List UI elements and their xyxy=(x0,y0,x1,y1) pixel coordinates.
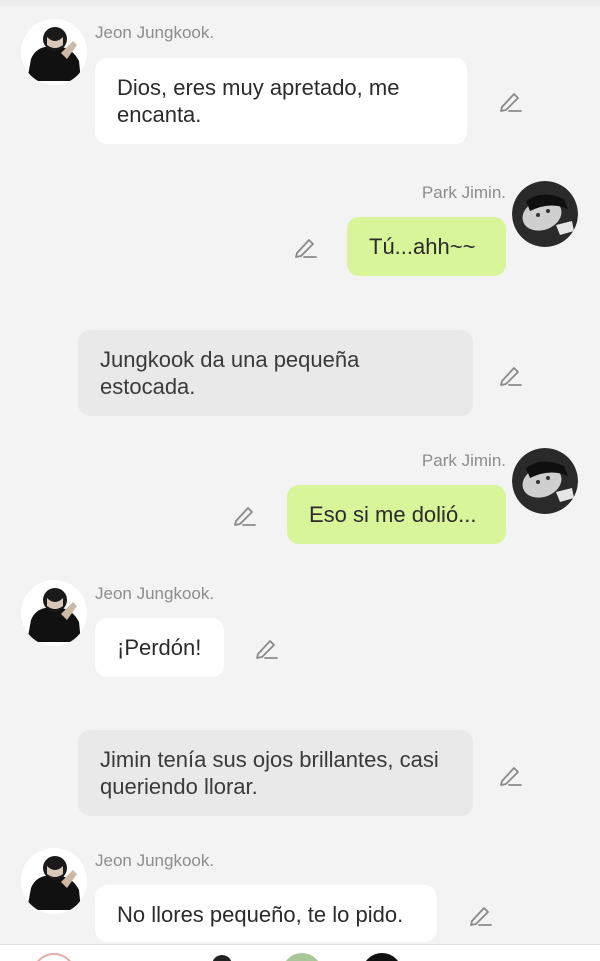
narration-bubble[interactable]: Jungkook da una pequeña estocada. xyxy=(78,330,473,416)
pencil-edit-icon[interactable] xyxy=(231,502,257,528)
message-bubble[interactable]: Eso si me dolió... xyxy=(287,485,506,544)
bottom-toolbar xyxy=(0,944,600,961)
message-bubble[interactable]: No llores pequeño, te lo pido. xyxy=(95,885,437,942)
avatar-jimin[interactable] xyxy=(512,448,578,514)
sender-name: Park Jimin. xyxy=(421,451,506,470)
top-divider xyxy=(0,0,600,6)
message-bubble[interactable]: Dios, eres muy apretado, me encanta. xyxy=(95,58,467,144)
narration-bubble[interactable]: Jimin tenía sus ojos brillantes, casi qu… xyxy=(78,730,473,816)
pencil-edit-icon[interactable] xyxy=(497,762,523,788)
sender-name: Jeon Jungkook. xyxy=(95,584,215,603)
pencil-edit-icon[interactable] xyxy=(253,635,279,661)
sender-name: Jeon Jungkook. xyxy=(95,23,215,42)
avatar-jimin[interactable] xyxy=(512,181,578,247)
avatar-jungkook[interactable] xyxy=(21,848,87,914)
pencil-edit-icon[interactable] xyxy=(497,362,523,388)
message-bubble[interactable]: ¡Perdón! xyxy=(95,618,224,677)
sender-name: Park Jimin. xyxy=(421,183,506,202)
pencil-edit-icon[interactable] xyxy=(292,234,318,260)
narration-button[interactable] xyxy=(212,955,232,961)
message-bubble[interactable]: Tú...ahh~~ xyxy=(347,217,506,276)
avatar-jungkook[interactable] xyxy=(21,19,87,85)
pencil-edit-icon[interactable] xyxy=(467,902,493,928)
sender-name: Jeon Jungkook. xyxy=(95,851,215,870)
pencil-edit-icon[interactable] xyxy=(497,88,523,114)
avatar-jungkook[interactable] xyxy=(21,580,87,646)
